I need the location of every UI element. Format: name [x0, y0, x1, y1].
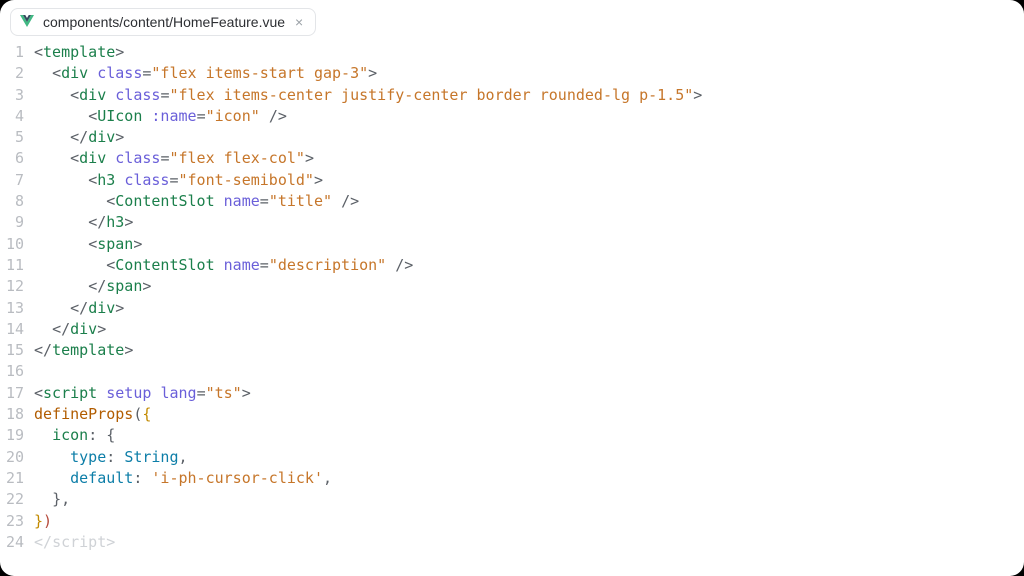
line-number: 4 — [0, 106, 34, 127]
tab-bar: components/content/HomeFeature.vue × — [0, 0, 1024, 36]
line-number: 11 — [0, 255, 34, 276]
code-line: 1<template> — [0, 42, 1024, 63]
line-code: <span> — [34, 234, 142, 255]
code-lines: 1<template>2 <div class="flex items-star… — [0, 42, 1024, 553]
line-number: 21 — [0, 468, 34, 489]
line-code: </span> — [34, 276, 151, 297]
vue-icon — [19, 14, 35, 30]
line-number: 17 — [0, 383, 34, 404]
tab-filename: components/content/HomeFeature.vue — [43, 14, 285, 30]
line-code: icon: { — [34, 425, 115, 446]
line-code: type: String, — [34, 447, 188, 468]
line-number: 19 — [0, 425, 34, 446]
line-code: </div> — [34, 298, 124, 319]
line-number: 6 — [0, 148, 34, 169]
line-code: <div class="flex items-center justify-ce… — [34, 85, 702, 106]
line-code: }) — [34, 511, 52, 532]
code-line: 8 <ContentSlot name="title" /> — [0, 191, 1024, 212]
line-code: <h3 class="font-semibold"> — [34, 170, 323, 191]
line-number: 10 — [0, 234, 34, 255]
code-line: 16 — [0, 361, 1024, 382]
line-number: 8 — [0, 191, 34, 212]
line-number: 12 — [0, 276, 34, 297]
code-line: 11 <ContentSlot name="description" /> — [0, 255, 1024, 276]
line-number: 13 — [0, 298, 34, 319]
code-line: 14 </div> — [0, 319, 1024, 340]
code-line: 10 <span> — [0, 234, 1024, 255]
line-code: defineProps({ — [34, 404, 151, 425]
line-number: 9 — [0, 212, 34, 233]
line-number: 24 — [0, 532, 34, 553]
line-code — [34, 361, 43, 382]
code-line: 17<script setup lang="ts"> — [0, 383, 1024, 404]
code-line: 9 </h3> — [0, 212, 1024, 233]
code-line: 15</template> — [0, 340, 1024, 361]
code-line: 2 <div class="flex items-start gap-3"> — [0, 63, 1024, 84]
editor-window: components/content/HomeFeature.vue × 1<t… — [0, 0, 1024, 576]
code-line: 12 </span> — [0, 276, 1024, 297]
code-line: 22 }, — [0, 489, 1024, 510]
code-line: 3 <div class="flex items-center justify-… — [0, 85, 1024, 106]
file-tab[interactable]: components/content/HomeFeature.vue × — [10, 8, 316, 36]
code-line: 20 type: String, — [0, 447, 1024, 468]
line-number: 20 — [0, 447, 34, 468]
code-line: 24</script> — [0, 532, 1024, 553]
line-code: </div> — [34, 319, 106, 340]
code-line: 4 <UIcon :name="icon" /> — [0, 106, 1024, 127]
line-code: <ContentSlot name="title" /> — [34, 191, 359, 212]
line-code: </template> — [34, 340, 133, 361]
code-line: 13 </div> — [0, 298, 1024, 319]
line-number: 7 — [0, 170, 34, 191]
line-code: </h3> — [34, 212, 133, 233]
line-number: 2 — [0, 63, 34, 84]
code-line: 18defineProps({ — [0, 404, 1024, 425]
line-number: 23 — [0, 511, 34, 532]
line-number: 14 — [0, 319, 34, 340]
line-number: 3 — [0, 85, 34, 106]
code-line: 6 <div class="flex flex-col"> — [0, 148, 1024, 169]
line-code: <div class="flex items-start gap-3"> — [34, 63, 377, 84]
code-line: 21 default: 'i-ph-cursor-click', — [0, 468, 1024, 489]
line-code: <script setup lang="ts"> — [34, 383, 251, 404]
line-number: 15 — [0, 340, 34, 361]
line-number: 5 — [0, 127, 34, 148]
line-code: default: 'i-ph-cursor-click', — [34, 468, 332, 489]
code-editor[interactable]: 1<template>2 <div class="flex items-star… — [0, 36, 1024, 576]
close-icon[interactable]: × — [293, 15, 305, 29]
line-number: 18 — [0, 404, 34, 425]
line-code: <template> — [34, 42, 124, 63]
line-code: <ContentSlot name="description" /> — [34, 255, 413, 276]
line-code: </div> — [34, 127, 124, 148]
line-code: <div class="flex flex-col"> — [34, 148, 314, 169]
line-number: 16 — [0, 361, 34, 382]
code-line: 19 icon: { — [0, 425, 1024, 446]
line-number: 22 — [0, 489, 34, 510]
code-line: 23}) — [0, 511, 1024, 532]
line-number: 1 — [0, 42, 34, 63]
code-line: 5 </div> — [0, 127, 1024, 148]
code-line: 7 <h3 class="font-semibold"> — [0, 170, 1024, 191]
line-code: </script> — [34, 532, 115, 553]
line-code: <UIcon :name="icon" /> — [34, 106, 287, 127]
line-code: }, — [34, 489, 70, 510]
